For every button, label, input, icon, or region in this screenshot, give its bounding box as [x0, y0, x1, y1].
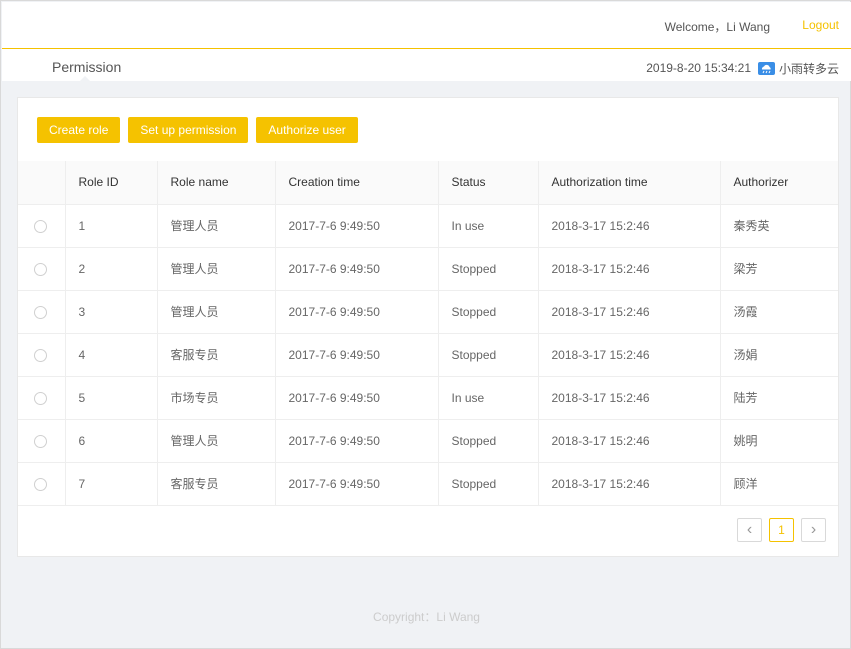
- row-select-cell: [18, 204, 66, 248]
- top-header: Welcome，Li Wang Logout: [2, 2, 851, 49]
- page-number-button[interactable]: 1: [769, 518, 794, 542]
- current-datetime: 2019-8-20 15:34:21: [646, 61, 751, 75]
- table-row[interactable]: 6 管理人员 2017-7-6 9:49:50 Stopped 2018-3-1…: [18, 419, 838, 463]
- role-id-cell: 4: [65, 333, 158, 377]
- role-id-cell: 6: [65, 419, 158, 463]
- set-permission-button[interactable]: Set up permission: [128, 117, 249, 143]
- pagination: ‹ 1 ›: [737, 518, 826, 542]
- role-name-cell: 管理人员: [157, 204, 276, 248]
- authorization-time-cell: 2018-3-17 15:2:46: [538, 204, 721, 248]
- column-header-select: [18, 161, 66, 205]
- authorization-time-cell: 2018-3-17 15:2:46: [538, 462, 721, 506]
- creation-time-cell: 2017-7-6 9:49:50: [275, 462, 439, 506]
- role-id-cell: 7: [65, 462, 158, 506]
- creation-time-cell: 2017-7-6 9:49:50: [275, 419, 439, 463]
- status-cell: Stopped: [438, 290, 539, 334]
- row-radio[interactable]: [34, 219, 47, 233]
- role-name-cell: 管理人员: [157, 247, 276, 291]
- role-name-cell: 管理人员: [157, 419, 276, 463]
- row-radio[interactable]: [34, 262, 47, 276]
- chevron-left-icon: ‹: [746, 521, 753, 538]
- page-title: Permission: [52, 59, 122, 75]
- authorizer-cell: 陆芳: [720, 376, 838, 420]
- row-select-cell: [18, 333, 66, 377]
- table-row[interactable]: 4 客服专员 2017-7-6 9:49:50 Stopped 2018-3-1…: [18, 333, 838, 377]
- row-radio[interactable]: [34, 305, 47, 319]
- status-cell: Stopped: [438, 419, 539, 463]
- column-header-authorizer: Authorizer: [720, 161, 838, 205]
- status-cell: Stopped: [438, 247, 539, 291]
- row-select-cell: [18, 419, 66, 463]
- role-table: Role ID Role name Creation time Status A…: [18, 161, 838, 506]
- next-page-button[interactable]: ›: [801, 518, 826, 542]
- status-cell: In use: [438, 204, 539, 248]
- role-id-cell: 2: [65, 247, 158, 291]
- creation-time-cell: 2017-7-6 9:49:50: [275, 290, 439, 334]
- action-toolbar: Create role Set up permission Authorize …: [37, 117, 358, 143]
- weather-text: 小雨转多云: [778, 62, 839, 76]
- authorizer-cell: 汤霞: [720, 290, 838, 334]
- status-cell: Stopped: [438, 462, 539, 506]
- row-select-cell: [18, 376, 66, 420]
- column-header-creation-time: Creation time: [275, 161, 439, 205]
- role-id-cell: 3: [65, 290, 158, 334]
- creation-time-cell: 2017-7-6 9:49:50: [275, 247, 439, 291]
- authorizer-cell: 梁芳: [720, 247, 838, 291]
- row-radio[interactable]: [34, 477, 47, 491]
- weather-widget: 小雨转多云: [757, 60, 839, 77]
- role-name-cell: 管理人员: [157, 290, 276, 334]
- authorizer-cell: 顾洋: [720, 462, 838, 506]
- authorization-time-cell: 2018-3-17 15:2:46: [538, 290, 721, 334]
- authorizer-cell: 姚明: [720, 419, 838, 463]
- row-radio[interactable]: [34, 391, 47, 405]
- status-cell: Stopped: [438, 333, 539, 377]
- copyright-footer: Copyright：Li Wang: [373, 610, 480, 624]
- role-panel: Create role Set up permission Authorize …: [17, 97, 839, 557]
- role-id-cell: 1: [65, 204, 158, 248]
- sub-header: Permission 2019-8-20 15:34:21 小雨转多云: [2, 49, 851, 82]
- table-header-row: Role ID Role name Creation time Status A…: [18, 161, 838, 205]
- status-cell: In use: [438, 376, 539, 420]
- role-name-cell: 客服专员: [157, 333, 276, 377]
- row-radio[interactable]: [34, 348, 47, 362]
- table-row[interactable]: 2 管理人员 2017-7-6 9:49:50 Stopped 2018-3-1…: [18, 247, 838, 291]
- authorize-user-button[interactable]: Authorize user: [256, 117, 358, 143]
- authorization-time-cell: 2018-3-17 15:2:46: [538, 419, 721, 463]
- chevron-right-icon: ›: [810, 521, 817, 538]
- column-header-authorization-time: Authorization time: [538, 161, 721, 205]
- table-row[interactable]: 5 市场专员 2017-7-6 9:49:50 In use 2018-3-17…: [18, 376, 838, 420]
- app-frame: Welcome，Li Wang Logout Permission 2019-8…: [0, 0, 851, 649]
- authorizer-cell: 汤娟: [720, 333, 838, 377]
- column-header-role-name: Role name: [157, 161, 276, 205]
- authorizer-cell: 秦秀英: [720, 204, 838, 248]
- table-row[interactable]: 1 管理人员 2017-7-6 9:49:50 In use 2018-3-17…: [18, 204, 838, 248]
- role-id-cell: 5: [65, 376, 158, 420]
- column-header-role-id: Role ID: [65, 161, 158, 205]
- authorization-time-cell: 2018-3-17 15:2:46: [538, 333, 721, 377]
- creation-time-cell: 2017-7-6 9:49:50: [275, 204, 439, 248]
- welcome-text: Welcome，Li Wang: [664, 20, 770, 34]
- row-select-cell: [18, 462, 66, 506]
- table-row[interactable]: 3 管理人员 2017-7-6 9:49:50 Stopped 2018-3-1…: [18, 290, 838, 334]
- authorization-time-cell: 2018-3-17 15:2:46: [538, 247, 721, 291]
- cloud-rain-icon: [757, 62, 775, 75]
- create-role-button[interactable]: Create role: [37, 117, 121, 143]
- authorization-time-cell: 2018-3-17 15:2:46: [538, 376, 721, 420]
- column-header-status: Status: [438, 161, 539, 205]
- role-name-cell: 客服专员: [157, 462, 276, 506]
- role-name-cell: 市场专员: [157, 376, 276, 420]
- table-row[interactable]: 7 客服专员 2017-7-6 9:49:50 Stopped 2018-3-1…: [18, 462, 838, 506]
- active-indicator-caret: [79, 76, 91, 82]
- logout-link[interactable]: Logout: [802, 18, 839, 32]
- creation-time-cell: 2017-7-6 9:49:50: [275, 376, 439, 420]
- prev-page-button[interactable]: ‹: [737, 518, 762, 542]
- creation-time-cell: 2017-7-6 9:49:50: [275, 333, 439, 377]
- row-select-cell: [18, 247, 66, 291]
- row-select-cell: [18, 290, 66, 334]
- row-radio[interactable]: [34, 434, 47, 448]
